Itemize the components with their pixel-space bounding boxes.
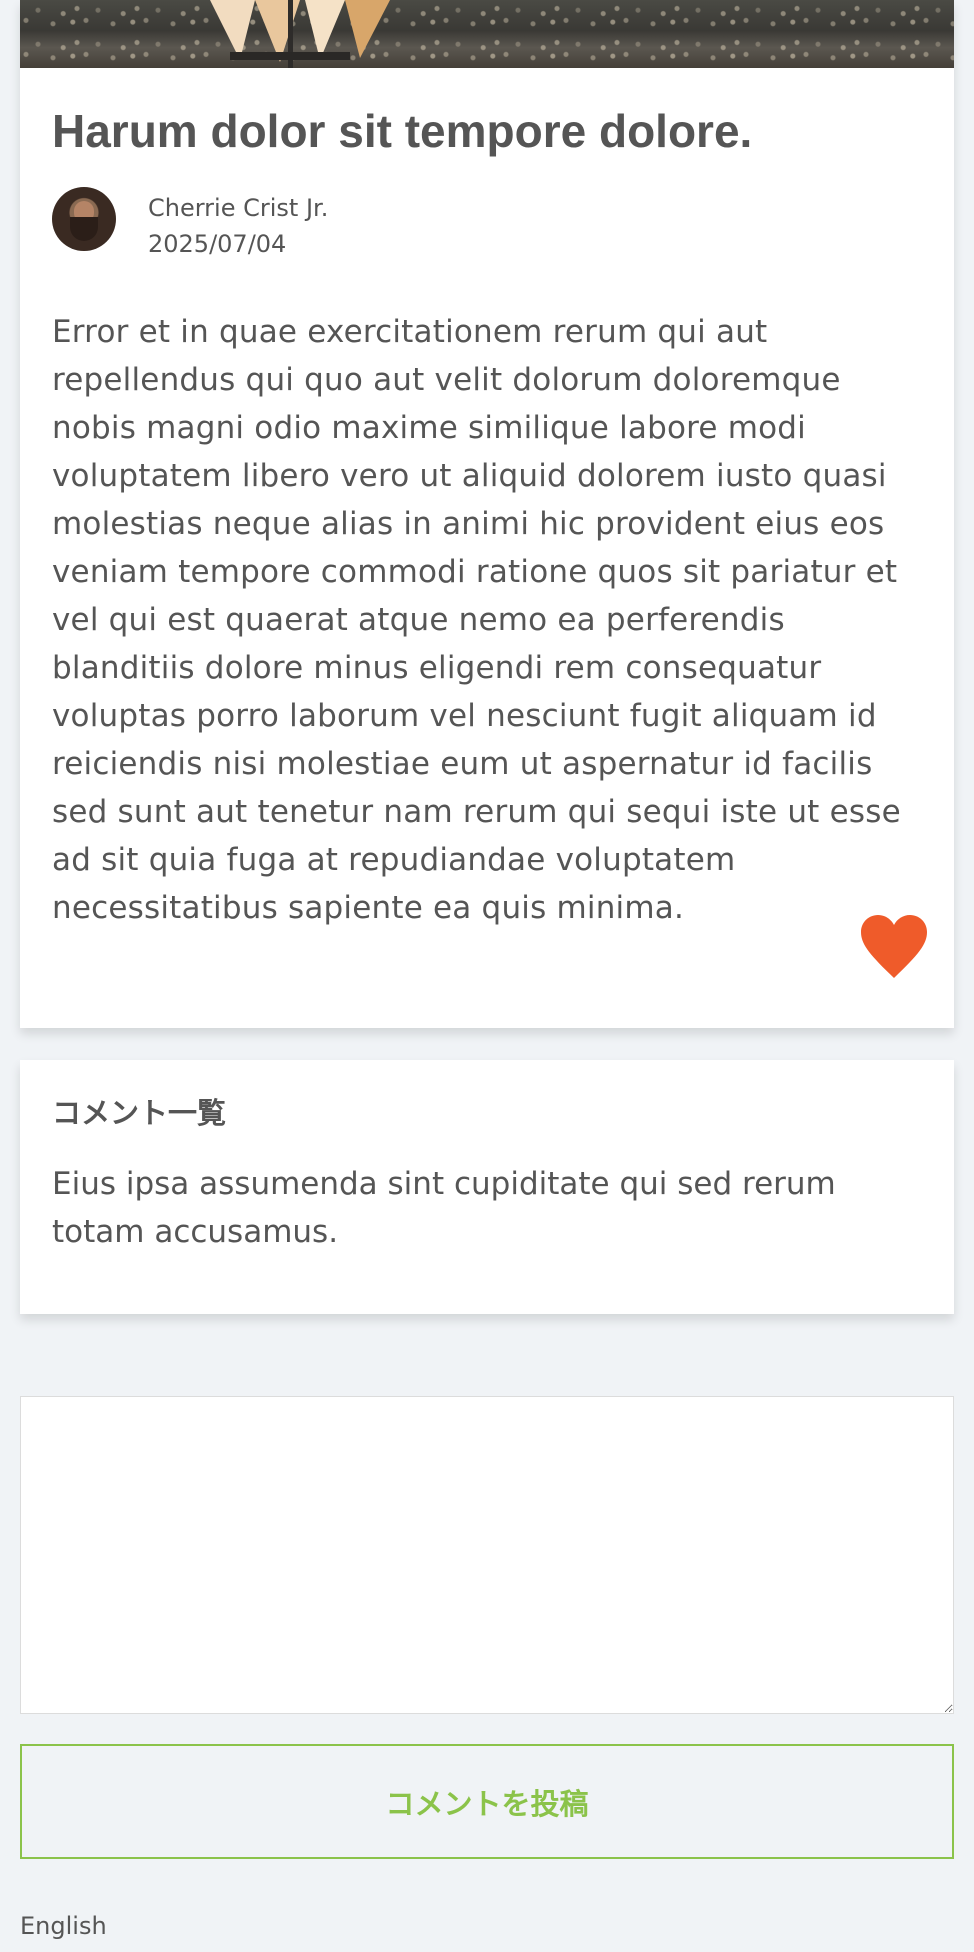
author-avatar	[52, 187, 116, 251]
comment-item: Eius ipsa assumenda sint cupiditate qui …	[52, 1166, 836, 1250]
article-body: Error et in quae exercitationem rerum qu…	[52, 314, 901, 926]
article-card: Harum dolor sit tempore dolore. Cherrie …	[20, 0, 954, 1028]
author-meta: Cherrie Crist Jr. 2025/07/04	[148, 190, 328, 262]
post-comment-button[interactable]: コメントを投稿	[20, 1744, 954, 1859]
comments-card: コメント一覧 Eius ipsa assumenda sint cupidita…	[20, 1060, 954, 1314]
comments-heading: コメント一覧	[52, 1096, 227, 1130]
article-hero-image	[20, 0, 954, 68]
language-switch-link[interactable]: English	[20, 1912, 107, 1940]
heart-icon[interactable]	[859, 914, 929, 982]
article-title: Harum dolor sit tempore dolore.	[52, 105, 753, 157]
author-name: Cherrie Crist Jr.	[148, 194, 329, 222]
comment-textarea[interactable]	[20, 1396, 954, 1714]
sailboat-image	[210, 0, 390, 68]
post-date: 2025/07/04	[148, 230, 287, 258]
